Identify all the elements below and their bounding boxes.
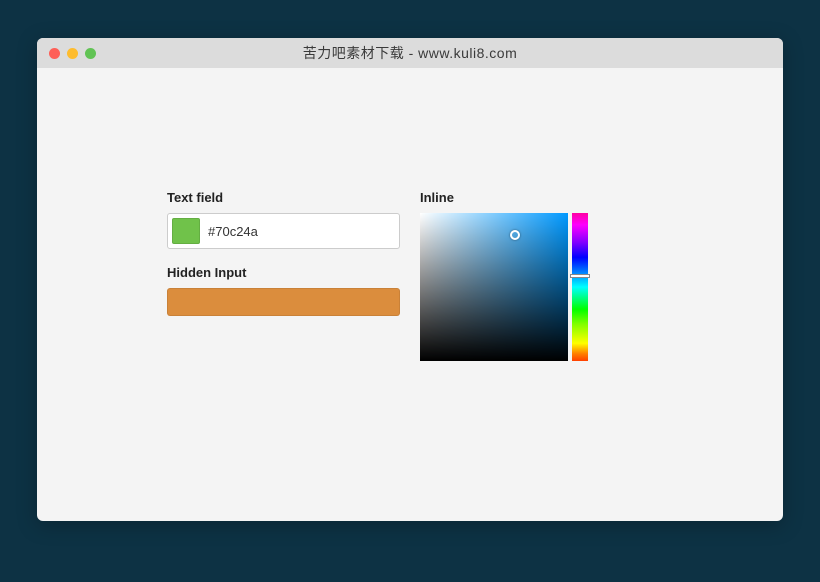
- maximize-icon[interactable]: [85, 48, 96, 59]
- window-title: 苦力吧素材下载 - www.kuli8.com: [37, 43, 783, 63]
- hidden-input-label: Hidden Input: [167, 265, 400, 280]
- minimize-icon[interactable]: [67, 48, 78, 59]
- app-window: 苦力吧素材下载 - www.kuli8.com Text field Hidde…: [37, 38, 783, 521]
- left-column: Text field Hidden Input: [167, 190, 400, 361]
- inline-label: Inline: [420, 190, 653, 205]
- titlebar: 苦力吧素材下载 - www.kuli8.com: [37, 38, 783, 68]
- inline-color-picker: [420, 213, 653, 361]
- sv-cursor[interactable]: [510, 230, 520, 240]
- traffic-lights: [37, 48, 96, 59]
- right-column: Inline: [420, 190, 653, 361]
- content-area: Text field Hidden Input Inline: [37, 68, 783, 521]
- color-swatch[interactable]: [172, 218, 200, 244]
- hue-handle[interactable]: [570, 274, 590, 278]
- saturation-value-panel[interactable]: [420, 213, 568, 361]
- hex-input[interactable]: [208, 224, 395, 239]
- hidden-input-block: Hidden Input: [167, 265, 400, 316]
- close-icon[interactable]: [49, 48, 60, 59]
- hue-slider[interactable]: [572, 213, 588, 361]
- text-field-label: Text field: [167, 190, 400, 205]
- hidden-color-bar[interactable]: [167, 288, 400, 316]
- color-text-field[interactable]: [167, 213, 400, 249]
